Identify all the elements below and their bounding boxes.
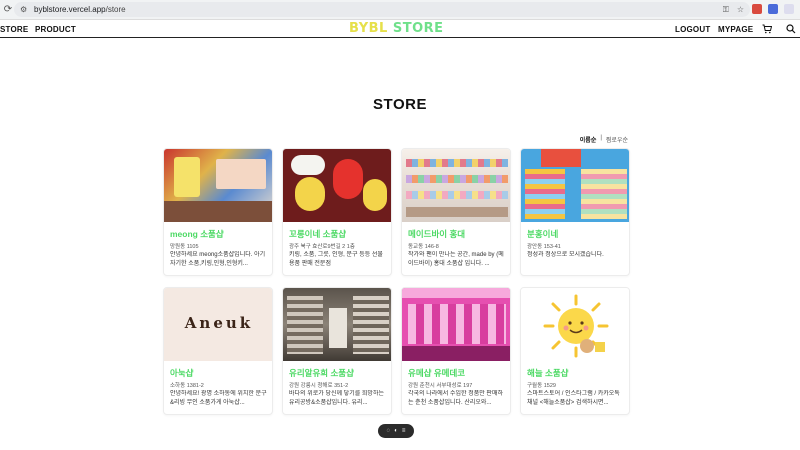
site-info-icon[interactable]: ⚙ — [20, 5, 30, 14]
store-address: 광주 북구 효산로9번길 2 1층 — [289, 244, 355, 250]
store-image: Aneuk — [164, 288, 272, 361]
store-image — [164, 149, 272, 222]
nav-product-link[interactable]: PRODUCT — [35, 25, 76, 34]
mypage-link[interactable]: MYPAGE — [718, 25, 753, 34]
url-path: /store — [105, 5, 126, 14]
sort-name-option[interactable]: 이름순 — [580, 135, 597, 144]
store-card[interactable]: 메이드바이 홍대 동교동 146-8 작가와 팬이 만나는 공간, made b… — [401, 148, 511, 276]
store-name: 아눅샵 — [170, 368, 194, 378]
sort-likes-option[interactable]: 찜로우순 — [606, 135, 628, 144]
store-image — [402, 149, 510, 222]
store-address: 강원 춘천시 서부대성로 197 — [408, 383, 473, 389]
logo-text-2: STORE — [392, 21, 444, 36]
store-card[interactable]: 분홍이네 광안동 153-41 정성과 정상으로 모시겠습니다. — [520, 148, 630, 276]
floating-toolbar: ◌ ◐ ≡ — [378, 424, 414, 438]
store-image — [402, 288, 510, 361]
sort-options: 이름순 | 찜로우순 — [580, 135, 628, 144]
store-card[interactable]: meong 소품샵 망원동 1105 안녕하세요 meong소품샵입니다. 아기… — [163, 148, 273, 276]
extension-icon[interactable] — [752, 4, 762, 14]
store-name: 유메샵 유메데코 — [408, 368, 466, 378]
store-name: 유리알유희 소품샵 — [289, 368, 354, 378]
store-address: 소하동 1381-2 — [170, 383, 204, 389]
store-image — [283, 288, 391, 361]
page-title: STORE — [373, 96, 427, 113]
store-address: 망원동 1105 — [170, 244, 199, 250]
nav-store-link[interactable]: STORE — [0, 25, 28, 34]
store-logo-text: Aneuk — [184, 314, 254, 332]
store-address: 구월동 1529 — [527, 383, 556, 389]
store-image — [521, 149, 629, 222]
store-name: 메이드바이 홍대 — [408, 229, 466, 239]
url-host: byblstore.vercel.app — [34, 5, 106, 14]
cart-icon[interactable] — [762, 24, 772, 34]
store-card[interactable]: 해늘 소품샵 구월동 1529 스마트스토어 / 인스타그램 / 카카오톡 채널… — [520, 287, 630, 415]
store-description: 바다의 위로가 당신께 닿기를 희망하는 유리공방&소품샵입니다. 유리... — [289, 391, 384, 406]
store-description: 각국의 나라에서 수입한 정품만 판매하는 춘천 소품샵입니다. 산리오와... — [408, 391, 503, 406]
chat-icon[interactable]: ◌ — [387, 428, 391, 434]
store-description: 스마트스토어 / 인스타그램 / 카카오톡 채널 <해늘소품샵> 검색하시면..… — [527, 391, 620, 406]
store-card[interactable]: 꼬롱이네 소품샵 광주 북구 효산로9번길 2 1층 키링, 소품, 그릇, 인… — [282, 148, 392, 276]
logout-link[interactable]: LOGOUT — [675, 25, 710, 34]
logo-text-1: BYBL — [349, 21, 388, 36]
store-address: 광안동 153-41 — [527, 244, 561, 250]
site-logo[interactable]: BYBL STORE — [349, 21, 444, 36]
store-name: 분홍이네 — [527, 229, 559, 239]
sort-separator: | — [600, 135, 602, 141]
store-image — [521, 288, 629, 361]
browser-toolbar: ⟳ ⚙ byblstore.vercel.app/store ⚿ ☆ — [0, 0, 800, 20]
store-name: meong 소품샵 — [170, 229, 224, 239]
store-card[interactable]: 유메샵 유메데코 강원 춘천시 서부대성로 197 각국의 나라에서 수입한 정… — [401, 287, 511, 415]
view-icon[interactable]: ◐ — [394, 428, 398, 434]
store-address: 강원 강릉시 청해로 351-2 — [289, 383, 349, 389]
store-image — [283, 149, 391, 222]
menu-icon[interactable]: ≡ — [402, 428, 406, 434]
extension-icon[interactable] — [768, 4, 778, 14]
store-address: 동교동 146-8 — [408, 244, 439, 250]
extensions-puzzle-icon[interactable] — [784, 4, 794, 14]
store-description: 정성과 정상으로 모시겠습니다. — [527, 252, 604, 258]
bookmark-star-icon[interactable]: ☆ — [737, 5, 744, 14]
reload-icon[interactable]: ⟳ — [2, 4, 14, 15]
search-icon[interactable] — [786, 24, 796, 34]
store-name: 해늘 소품샵 — [527, 368, 569, 378]
store-name: 꼬롱이네 소품샵 — [289, 229, 347, 239]
store-card[interactable]: 유리알유희 소품샵 강원 강릉시 청해로 351-2 바다의 위로가 당신께 닿… — [282, 287, 392, 415]
store-description: 안녕하세요! 광명 소하동에 위치한 문구&리빙 무인 소품가게 아눅샵... — [170, 391, 267, 406]
address-bar[interactable]: ⚙ byblstore.vercel.app/store ⚿ ☆ — [14, 2, 750, 17]
store-card[interactable]: Aneuk 아눅샵 소하동 1381-2 안녕하세요! 광명 소하동에 위치한 … — [163, 287, 273, 415]
store-description: 키링, 소품, 그릇, 인형, 문구 등등 선물 용품 판매 전문점 — [289, 252, 383, 267]
translate-icon[interactable]: ⚿ — [723, 5, 729, 15]
url-text: byblstore.vercel.app/store — [34, 5, 126, 14]
store-description: 작가와 팬이 만나는 공간, made by (메이드바이) 홍대 소품샵 입니… — [408, 252, 504, 267]
store-description: 안녕하세요 meong소품샵입니다. 아기자기한 소품,키링,인형,인형키... — [170, 252, 266, 267]
sun-illustration — [543, 294, 609, 358]
